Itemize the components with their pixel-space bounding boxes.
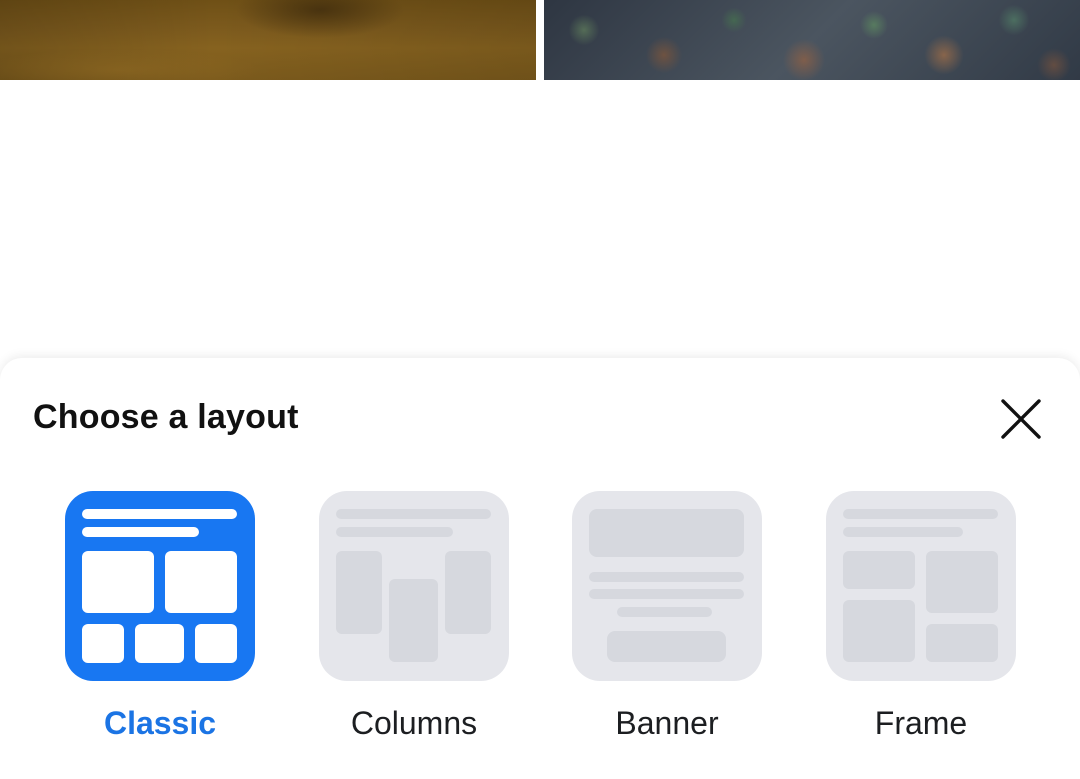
layout-option-label: Classic (103, 705, 217, 741)
frame-layout-icon (826, 491, 1016, 681)
columns-layout-icon (319, 491, 509, 681)
close-icon (1001, 399, 1041, 439)
layout-option-label: Columns (350, 705, 478, 741)
classic-layout-icon (65, 491, 255, 681)
layout-option-frame[interactable]: Frame (821, 491, 1021, 746)
layout-option-label: Banner (615, 705, 719, 741)
sheet-title: Choose a layout (33, 398, 299, 436)
close-button[interactable] (996, 394, 1046, 444)
photo-thumbnail-left[interactable] (0, 0, 536, 80)
layout-bottom-sheet: Choose a layout Classic Columns Banner F… (0, 358, 1080, 779)
layout-option-banner[interactable]: Banner (567, 491, 767, 746)
photo-thumbnail-right[interactable] (544, 0, 1080, 80)
banner-layout-icon (572, 491, 762, 681)
layout-picker-screen: Choose a layout Classic Columns Banner F… (0, 0, 1080, 779)
layout-option-classic[interactable]: Classic (60, 491, 260, 746)
layout-option-label: Frame (874, 705, 968, 741)
layout-option-columns[interactable]: Columns (314, 491, 514, 746)
